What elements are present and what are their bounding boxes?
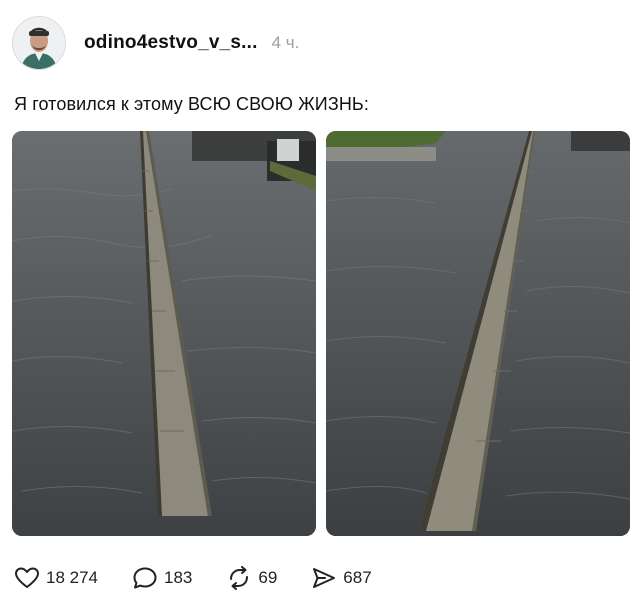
repost-button[interactable]: 69 [226,566,277,590]
flooded-walkway-image [12,131,316,536]
share-count: 687 [343,568,372,587]
like-count: 18 274 [46,568,98,587]
share-button[interactable]: 687 [311,566,372,590]
author-name[interactable]: odino4estvo_v_s... [84,32,258,54]
comment-count: 183 [164,568,193,587]
post-text: Я готовился к этому ВСЮ СВОЮ ЖИЗНЬ: [14,94,369,114]
heart-icon [15,567,39,588]
repost-count: 69 [258,568,278,587]
post-header: odino4estvo_v_s... 4 ч. [12,14,299,72]
avatar-image [13,17,65,69]
comment-bubble-icon [133,567,157,589]
post-image-2[interactable] [326,131,630,536]
post-time[interactable]: 4 ч. [272,33,300,53]
post-image-1[interactable] [12,131,316,536]
like-button[interactable]: 18 274 [14,566,98,590]
flooded-walkway-image [326,131,630,536]
avatar[interactable] [12,16,66,70]
action-bar: 18 274 183 69 687 [14,562,406,594]
comment-button[interactable]: 183 [132,566,192,590]
repost-arrows-icon [230,566,249,590]
share-arrow-icon [313,568,336,588]
